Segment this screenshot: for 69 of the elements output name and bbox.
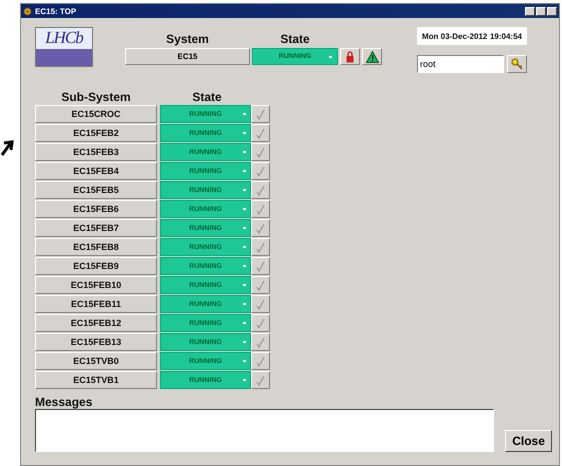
check-icon: [256, 166, 265, 176]
check-button[interactable]: [251, 181, 270, 199]
subsystem-button[interactable]: EC15FEB12: [35, 314, 157, 332]
time-text: 19:04:54: [490, 32, 522, 40]
key-icon: [511, 58, 523, 70]
check-button[interactable]: [251, 295, 270, 313]
check-button[interactable]: [251, 314, 270, 332]
check-button[interactable]: [251, 352, 270, 370]
column-header: State: [191, 90, 223, 105]
messages-label: Messages: [35, 395, 94, 409]
warning-button[interactable]: [362, 48, 382, 65]
check-button[interactable]: [251, 124, 270, 142]
close-button[interactable]: Close: [505, 430, 552, 452]
check-icon: [256, 108, 265, 120]
lock-button[interactable]: [340, 48, 360, 65]
user-field[interactable]: root: [417, 55, 504, 73]
date-text: Mon 03-Dec-2012: [422, 32, 488, 40]
warning-icon: [366, 50, 378, 62]
gear-icon: [23, 6, 32, 16]
minimize-button[interactable]: [525, 6, 535, 16]
subsystem-button[interactable]: EC15FEB6: [35, 200, 157, 218]
check-icon: [256, 280, 265, 290]
check-icon: [256, 128, 265, 138]
check-button[interactable]: [251, 219, 270, 237]
subsystem-button[interactable]: EC15FEB5: [35, 181, 157, 199]
subsystem-button[interactable]: EC15CROC: [35, 105, 157, 123]
close-window-button[interactable]: [547, 6, 557, 16]
maximize-button[interactable]: [536, 6, 546, 16]
window-title: EC15: TOP: [35, 6, 76, 16]
check-icon: [256, 146, 265, 158]
check-icon: [256, 318, 265, 328]
subsystem-button[interactable]: EC15FEB4: [35, 162, 157, 180]
subsystem-button[interactable]: EC15FEB8: [35, 238, 157, 256]
check-button[interactable]: [251, 333, 270, 351]
check-button[interactable]: [251, 200, 270, 218]
check-button[interactable]: [251, 371, 270, 389]
subsystem-button[interactable]: EC15TVB1: [35, 371, 157, 389]
check-button[interactable]: [251, 143, 270, 161]
subsystem-button[interactable]: EC15FEB10: [35, 276, 157, 294]
check-button[interactable]: [251, 238, 270, 256]
column-label: State: [279, 31, 311, 48]
check-icon: [256, 356, 265, 366]
subsystem-button[interactable]: EC15FEB13: [35, 333, 157, 351]
check-button[interactable]: [251, 105, 270, 123]
messages-box[interactable]: [35, 409, 494, 452]
subsystem-button[interactable]: EC15FEB11: [35, 295, 157, 313]
login-button[interactable]: [507, 55, 527, 73]
check-icon: [256, 336, 265, 348]
subsystem-button[interactable]: EC15TVB0: [35, 352, 157, 370]
check-button[interactable]: [251, 162, 270, 180]
check-icon: [256, 222, 265, 234]
lock-icon: [346, 50, 354, 62]
logo: LHCb: [35, 27, 93, 67]
subsystem-button[interactable]: EC15FEB9: [35, 257, 157, 275]
column-header: Sub-System: [60, 90, 132, 105]
check-icon: [256, 298, 265, 310]
check-button[interactable]: [251, 276, 270, 294]
subsystem-button[interactable]: EC15FEB3: [35, 143, 157, 161]
check-icon: [256, 184, 265, 196]
system-field: EC15: [125, 48, 250, 65]
arrow-icon: [0, 140, 14, 156]
subsystem-button[interactable]: EC15FEB7: [35, 219, 157, 237]
check-button[interactable]: [251, 257, 270, 275]
subsystem-button[interactable]: EC15FEB2: [35, 124, 157, 142]
check-icon: [256, 204, 265, 214]
check-icon: [256, 242, 265, 252]
check-icon: [256, 260, 265, 272]
check-icon: [256, 374, 265, 386]
column-label: System: [165, 31, 210, 48]
